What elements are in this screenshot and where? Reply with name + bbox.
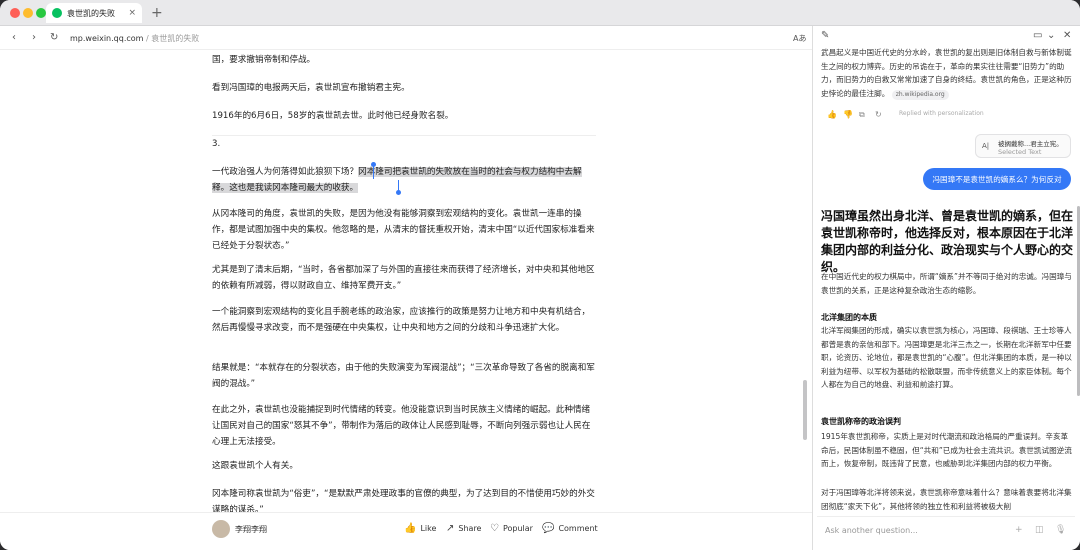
back-icon[interactable]: ‹: [12, 32, 16, 44]
thumbs-up-icon[interactable]: 👍: [827, 110, 837, 119]
paragraph: 冈本隆司称袁世凯为“俗吏”，“是默默严肃处理政事的官僚的典型，为了达到目的不惜使…: [212, 489, 595, 512]
tab-active[interactable]: 袁世凯的失败 ×: [46, 3, 142, 23]
minimize-window-button[interactable]: [23, 8, 33, 18]
tab-close-icon[interactable]: ×: [128, 8, 136, 18]
answer-intro: 武昌起义是中国近代史的分水岭，袁世凯的复出则是旧体制自救与新体制诞生之间的权力博…: [821, 46, 1073, 100]
paragraph: 这跟袁世凯个人有关。: [212, 461, 298, 471]
answer-subheading: 袁世凯称帝的政治误判: [821, 417, 901, 426]
url-field[interactable]: mp.weixin.qq.com / 袁世凯的失败: [70, 33, 199, 44]
paragraph-text: 一代政治强人为何落得如此狼狈下场？: [212, 167, 359, 177]
camera-icon[interactable]: ◫: [1035, 525, 1044, 535]
user-question-bubble: 冯国璋不是袁世凯的嫡系么？为何反对: [923, 168, 1071, 190]
paragraph: 从冈本隆司的角度，袁世凯的失败，是因为他没有能够洞察到宏观结构的变化。袁世凯一连…: [212, 209, 595, 251]
compose-icon[interactable]: ✎: [821, 30, 829, 41]
paragraph: 看到冯国璋的电报两天后，袁世凯宣布撤销君主宪。: [212, 83, 410, 93]
paragraph: 尤其是到了清末后期，“当时，各省都加深了与外国的直接往来而获得了经济增长，对中央…: [212, 265, 595, 291]
paragraph[interactable]: 一代政治强人为何落得如此狼狈下场？冈本隆司把袁世凯的失败放在当时的社会与权力结构…: [212, 164, 596, 196]
microphone-icon[interactable]: 🎙: [1055, 525, 1066, 535]
wechat-icon: [52, 8, 62, 18]
answer-paragraph: 1915年袁世凯称帝，实质上是对时代潮流和政治格局的严重误判。辛亥革命后，民国体…: [821, 432, 1072, 468]
share-button[interactable]: ↗ Share: [446, 523, 481, 534]
like-label: Like: [420, 524, 437, 533]
author-avatar[interactable]: [212, 520, 230, 538]
comment-button[interactable]: 💬 Comment: [542, 523, 598, 534]
share-label: Share: [458, 524, 482, 533]
answer-paragraph: 对于冯国璋等北洋将领来说，袁世凯称帝意味着什么？意味着袁要将北洋集团彻底“家天下…: [821, 488, 1072, 511]
text-icon: A|: [982, 142, 990, 150]
selected-text-label: Selected Text: [998, 148, 1042, 156]
answer-heading: 冯国璋虽然出身北洋、曾是袁世凯的嫡系，但在袁世凯称帝时，他选择反对，根本原因在于…: [821, 209, 1074, 274]
section-number: 3.: [212, 139, 221, 149]
url-domain: mp.weixin.qq.com: [70, 34, 144, 43]
selected-text-title: 被搁戴称...君主立宪。: [998, 140, 1063, 148]
url-separator: /: [146, 34, 149, 43]
share-icon: ↗: [446, 523, 455, 534]
replied-note: Replied with personalization: [899, 110, 984, 117]
sidebar-toggle-icon[interactable]: ▭: [1033, 30, 1042, 41]
tab-bar: 袁世凯的失败 × +: [0, 0, 1080, 26]
article-action-bar: 李翔李翔 👍 Like ↗ Share ♡ Popular 💬 Comment: [0, 512, 812, 550]
answer-paragraph: 北洋军阀集团的形成，确实以袁世凯为核心，冯国璋、段祺瑞、王士珍等人都曾是袁的亲信…: [821, 326, 1072, 389]
paragraph: 国，要求撤销帝制和停战。: [212, 55, 316, 65]
like-button[interactable]: 👍 Like: [404, 523, 436, 534]
comment-label: Comment: [558, 524, 598, 533]
ask-input[interactable]: Ask another question... + ◫ 🎙: [817, 516, 1075, 542]
browser-window: 袁世凯的失败 × + ‹ › ↻ mp.weixin.qq.com / 袁世凯的…: [0, 0, 1080, 550]
paragraph: 结果就是：“本就存在的分裂状态，由于他的失败演变为军阀混战”；“三次革命导致了各…: [212, 363, 595, 389]
translate-icon[interactable]: Aあ: [793, 33, 806, 44]
reload-icon[interactable]: ↻: [50, 32, 58, 44]
plus-icon[interactable]: +: [1015, 525, 1023, 535]
sidebar-header: ✎ ▭ ⌄ ✕: [813, 26, 1080, 46]
paragraph: 一个能洞察到宏观结构的变化且手腕老练的政治家，应该推行的政策是努力让地方和中央有…: [212, 307, 591, 333]
selection-start-bar: [373, 166, 374, 179]
answer-paragraph: 在中国近代史的权力棋局中，所谓“嫡系”并不等同于绝对的忠诚。冯国璋与袁世凯的关系…: [821, 272, 1072, 295]
selection-end-handle[interactable]: [396, 190, 401, 195]
close-icon[interactable]: ✕: [1063, 30, 1071, 41]
citation-chip[interactable]: zh.wikipedia.org: [891, 89, 949, 100]
answer-subheading: 北洋集团的本质: [821, 313, 877, 322]
paragraph: 1916年的6月6日，58岁的袁世凯去世。此时他已经身败名裂。: [212, 111, 454, 121]
ai-sidebar: ✎ ▭ ⌄ ✕ 武昌起义是中国近代史的分水岭，袁世凯的复出则是旧体制自救与新体制…: [812, 26, 1080, 550]
selected-text-card[interactable]: A| 被搁戴称...君主立宪。 Selected Text: [975, 134, 1071, 158]
thumbs-down-icon[interactable]: 👎: [843, 110, 853, 119]
author-name[interactable]: 李翔李翔: [235, 524, 267, 535]
heart-icon: ♡: [490, 523, 499, 534]
address-bar: ‹ › ↻ mp.weixin.qq.com / 袁世凯的失败 Aあ: [0, 26, 812, 50]
tab-title: 袁世凯的失败: [67, 8, 115, 18]
new-tab-button[interactable]: +: [151, 4, 163, 22]
thumbs-up-icon: 👍: [404, 523, 417, 534]
zoom-window-button[interactable]: [36, 8, 46, 18]
refresh-icon[interactable]: ↻: [875, 110, 882, 119]
popular-button[interactable]: ♡ Popular: [490, 523, 533, 534]
forward-icon[interactable]: ›: [32, 32, 36, 44]
article-scrollbar[interactable]: [803, 380, 807, 440]
chevron-down-icon[interactable]: ⌄: [1047, 30, 1055, 41]
paragraph: 在此之外，袁世凯也没能捕捉到时代情绪的转变。他没能意识到当时民族主义情绪的崛起。…: [212, 405, 591, 447]
copy-icon[interactable]: ⧉: [859, 110, 865, 120]
comment-icon: 💬: [542, 523, 555, 534]
popular-label: Popular: [502, 524, 533, 533]
url-page-title: 袁世凯的失败: [151, 34, 200, 43]
article-content: 国，要求撤销帝制和停战。 看到冯国璋的电报两天后，袁世凯宣布撤销君主宪。 191…: [0, 50, 812, 512]
close-window-button[interactable]: [10, 8, 20, 18]
ask-placeholder: Ask another question...: [825, 526, 918, 535]
